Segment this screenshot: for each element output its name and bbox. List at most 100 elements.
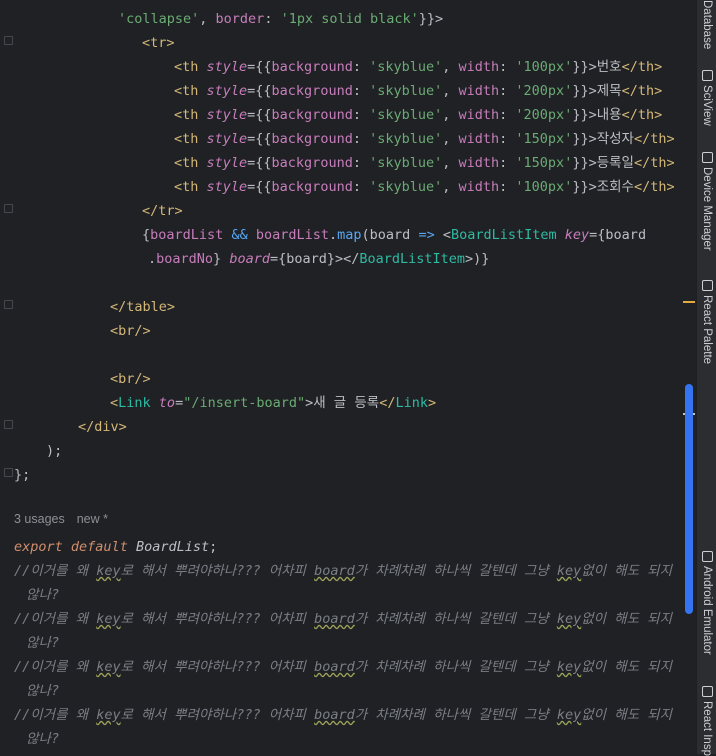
fold-marker-icon[interactable] xyxy=(4,204,13,213)
tab-react-palette[interactable]: React Palette xyxy=(699,280,715,364)
usages-hint[interactable]: 3 usages xyxy=(14,512,65,526)
code-token: width xyxy=(458,107,500,123)
code-token: style xyxy=(206,83,248,99)
code-token: '150px' xyxy=(515,131,573,147)
tab-device-manager[interactable]: Device Manager xyxy=(699,152,715,251)
fold-marker-icon[interactable] xyxy=(4,36,13,45)
code-token: '1px solid black' xyxy=(280,11,419,27)
code-token: width xyxy=(458,83,500,99)
code-token: { xyxy=(142,227,151,243)
code-line[interactable]: 않나? xyxy=(18,727,59,751)
code-token: ={{ xyxy=(247,83,272,99)
code-line[interactable]: export default BoardList; xyxy=(14,535,217,559)
code-token: : xyxy=(499,179,516,195)
code-token: <th xyxy=(174,83,207,99)
code-token: width xyxy=(458,155,500,171)
code-line[interactable]: <th style={{background: 'skyblue', width… xyxy=(174,175,675,199)
code-token: background xyxy=(271,131,353,147)
code-token: 없이 해도 되지 xyxy=(581,563,673,579)
code-token: boardNo xyxy=(156,251,214,267)
code-line[interactable]: }; xyxy=(14,463,30,487)
code-token: : xyxy=(352,131,370,147)
code-token: 'collapse' xyxy=(118,11,200,27)
code-line[interactable]: <th style={{background: 'skyblue', width… xyxy=(174,151,675,175)
code-token: }}>등록일 xyxy=(572,155,634,171)
code-token: 'skyblue' xyxy=(369,131,443,147)
warning-marker[interactable] xyxy=(683,301,695,303)
code-token: width xyxy=(458,59,500,75)
code-editor[interactable]: 'collapse', border: '1px solid black'}}>… xyxy=(0,0,680,754)
code-token: 가 차례차례 하나씩 갈텐데 그냥 xyxy=(354,707,557,723)
fold-gutter xyxy=(0,0,14,754)
fold-marker-icon[interactable] xyxy=(4,420,13,429)
code-token: && xyxy=(231,227,248,243)
code-line[interactable]: <Link to="/insert-board">새 글 등록</Link> xyxy=(110,391,436,415)
code-token: < xyxy=(110,395,119,411)
code-token: <br/> xyxy=(110,323,151,339)
code-token: : xyxy=(352,83,370,99)
code-token: 가 차례차례 하나씩 갈텐데 그냥 xyxy=(354,611,557,627)
code-token: : xyxy=(499,155,516,171)
code-token: 않나? xyxy=(18,635,60,651)
tab-sciview[interactable]: SciView xyxy=(699,70,715,126)
code-token: }}>조회수 xyxy=(572,179,634,195)
code-vision-hint[interactable]: 3 usages new * xyxy=(14,512,120,526)
code-token: key xyxy=(96,611,121,627)
fold-marker-icon[interactable] xyxy=(4,300,13,309)
code-token: 가 차례차례 하나씩 갈텐데 그냥 xyxy=(354,659,557,675)
code-line[interactable]: 않나? xyxy=(18,679,59,703)
code-line[interactable]: //이거를 왜 key로 해서 뿌려야하나??? 어차피 board가 차례차례… xyxy=(14,607,672,631)
vertical-scrollbar[interactable] xyxy=(685,384,693,614)
code-line[interactable]: ); xyxy=(46,439,62,463)
code-token: ={{ xyxy=(247,107,272,123)
code-line[interactable]: .boardNo} board={board}></BoardListItem>… xyxy=(148,247,489,271)
android-emulator-icon xyxy=(701,551,713,562)
code-token: background xyxy=(271,83,353,99)
code-token: style xyxy=(206,107,248,123)
code-token: background xyxy=(271,179,353,195)
code-token: , xyxy=(199,11,216,27)
code-line[interactable]: <th style={{background: 'skyblue', width… xyxy=(174,103,662,127)
code-token: 'skyblue' xyxy=(369,107,443,123)
code-token: 로 해서 뿌려야하나??? 어차피 xyxy=(120,563,315,579)
code-token: map xyxy=(337,227,362,243)
code-token: key xyxy=(564,227,590,243)
code-token: style xyxy=(206,179,248,195)
code-line[interactable]: <th style={{background: 'skyblue', width… xyxy=(174,55,662,79)
code-line[interactable]: //이거를 왜 key로 해서 뿌려야하나??? 어차피 board가 차례차례… xyxy=(14,703,672,727)
tab-android-emulator[interactable]: Android Emulator xyxy=(699,551,715,655)
tab-react-inspector[interactable]: React Insp xyxy=(699,686,715,756)
code-line[interactable]: //이거를 왜 key로 해서 뿌려야하나??? 어차피 board가 차례차례… xyxy=(14,655,672,679)
code-token: <br/> xyxy=(110,371,151,387)
code-token: ={{ xyxy=(247,59,272,75)
code-line[interactable]: <br/> xyxy=(110,319,151,343)
code-token: key xyxy=(96,707,121,723)
code-token: }}>제목 xyxy=(572,83,622,99)
code-token: 않나? xyxy=(18,731,60,747)
code-line[interactable]: <th style={{background: 'skyblue', width… xyxy=(174,127,675,151)
code-line[interactable]: //이거를 왜 key로 해서 뿌려야하나??? 어차피 board가 차례차례… xyxy=(14,559,672,583)
code-line[interactable]: 'collapse', border: '1px solid black'}}> xyxy=(118,7,443,31)
fold-marker-icon[interactable] xyxy=(4,468,13,477)
code-token: ); xyxy=(46,443,63,459)
code-line[interactable]: 않나? xyxy=(18,583,59,607)
code-token: < xyxy=(434,227,451,243)
code-line[interactable]: {boardList && boardList.map(board => <Bo… xyxy=(142,223,646,247)
code-token: default xyxy=(70,539,128,555)
code-token: //이거를 왜 xyxy=(14,707,97,723)
code-line[interactable]: </div> xyxy=(78,415,127,439)
tab-database[interactable]: Database xyxy=(699,0,715,49)
code-token: >새 글 등록 xyxy=(305,395,380,411)
code-token: board xyxy=(229,251,270,267)
code-line[interactable]: 않나? xyxy=(18,631,59,655)
code-token: ={{ xyxy=(247,131,272,147)
code-line[interactable]: <tr> xyxy=(142,31,175,55)
code-line[interactable]: <br/> xyxy=(110,367,151,391)
code-token: width xyxy=(458,179,500,195)
code-token: //이거를 왜 xyxy=(14,563,97,579)
react-inspector-tab-label: React Insp xyxy=(701,701,713,756)
code-line[interactable]: <th style={{background: 'skyblue', width… xyxy=(174,79,662,103)
code-token: "/insert-board" xyxy=(183,395,306,411)
code-line[interactable]: </table> xyxy=(110,295,175,319)
code-line[interactable]: </tr> xyxy=(142,199,183,223)
